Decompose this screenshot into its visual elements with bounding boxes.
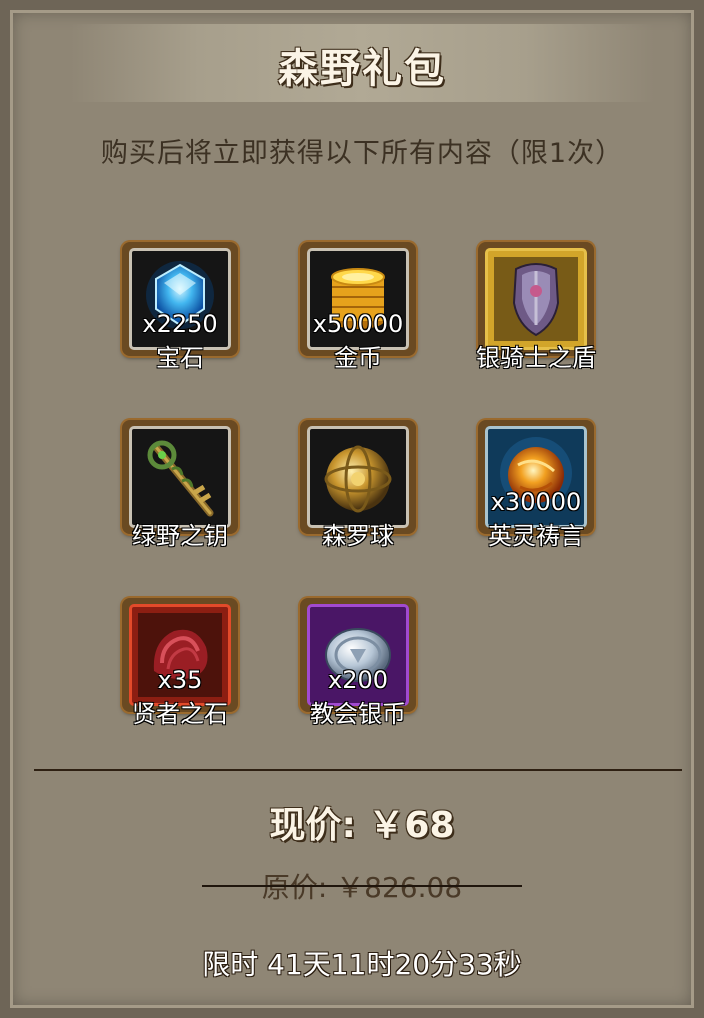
- key-icon: [147, 440, 214, 517]
- item-quantity: x50000: [312, 310, 404, 338]
- item-name: 绿野之钥: [132, 522, 228, 550]
- countdown-timer: 限时 41天11时20分33秒: [202, 948, 522, 981]
- divider: [34, 769, 682, 771]
- reward-item-shield[interactable]: 银骑士之盾: [476, 242, 598, 372]
- pack-description: 购买后将立即获得以下所有内容（限1次）: [100, 138, 624, 169]
- item-name: 金币: [334, 344, 382, 372]
- item-quantity: x35: [157, 666, 203, 694]
- item-name: 贤者之石: [132, 700, 228, 728]
- reward-item-sage-stone[interactable]: x35 贤者之石: [122, 598, 242, 728]
- item-quantity: x200: [327, 666, 388, 694]
- item-quantity: x2250: [142, 310, 218, 338]
- gift-pack-panel: 森野礼包 购买后将立即获得以下所有内容（限1次） x2250 宝石 x50000…: [0, 0, 704, 1018]
- item-name: 教会银币: [310, 700, 406, 728]
- strikethrough-line: [201, 885, 523, 887]
- item-name: 银骑士之盾: [476, 344, 596, 372]
- original-price: 原价: ￥826.08: [201, 866, 523, 906]
- golden-orb-icon: [324, 445, 392, 513]
- reward-item-gold[interactable]: x50000 金币: [300, 242, 420, 372]
- item-name: 宝石: [156, 344, 204, 372]
- item-name: 英灵祷言: [488, 522, 584, 550]
- pack-title: 森野礼包: [278, 46, 446, 92]
- reward-item-orb[interactable]: 森罗球: [300, 420, 420, 550]
- item-quantity: x30000: [490, 488, 582, 516]
- current-price: 现价: ￥68: [269, 805, 455, 846]
- reward-item-gem[interactable]: x2250 宝石: [122, 242, 242, 372]
- reward-item-prayer[interactable]: x30000 英灵祷言: [478, 420, 598, 550]
- item-name: 森罗球: [322, 522, 394, 550]
- shield-icon: [494, 257, 578, 341]
- reward-item-key[interactable]: 绿野之钥: [122, 420, 242, 550]
- reward-item-silver-coin[interactable]: x200 教会银币: [300, 598, 420, 728]
